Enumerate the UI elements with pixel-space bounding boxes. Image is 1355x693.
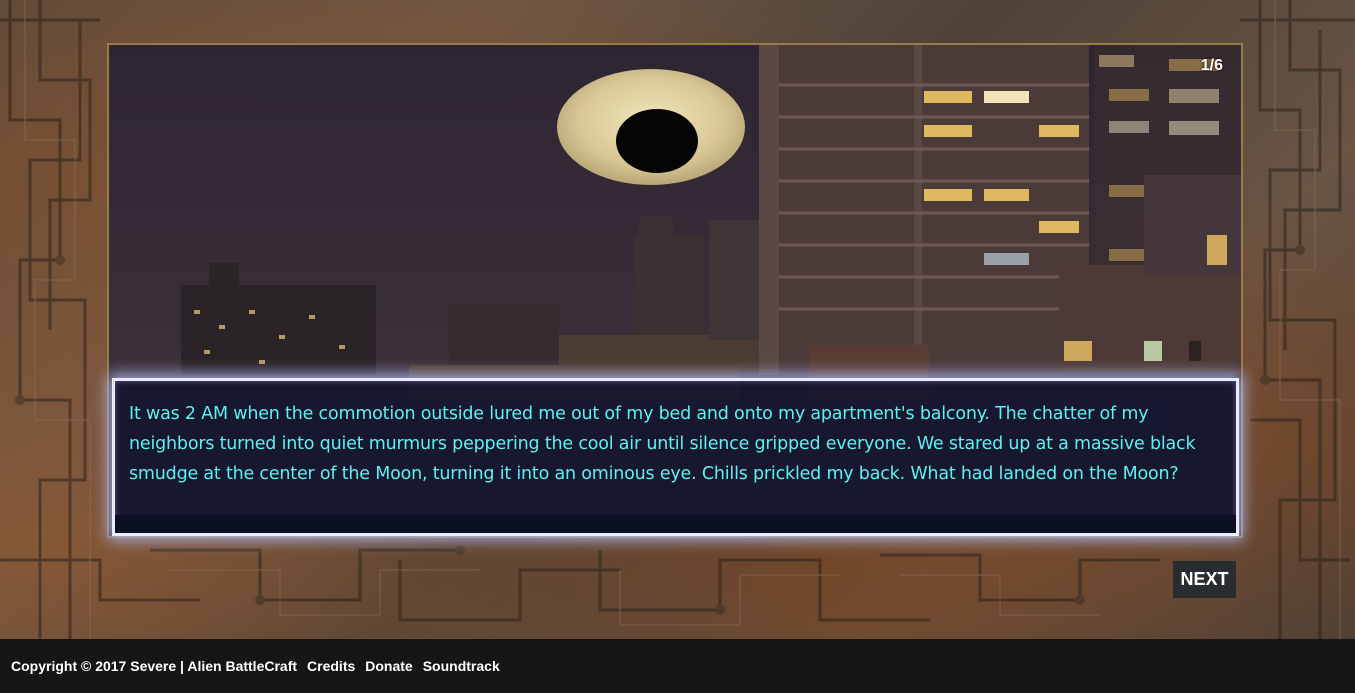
footer-link-donate[interactable]: Donate	[365, 658, 412, 674]
footer-link-soundtrack[interactable]: Soundtrack	[423, 658, 500, 674]
footer: Copyright © 2017 Severe | Alien BattleCr…	[0, 639, 1355, 693]
next-button[interactable]: NEXT	[1173, 561, 1236, 598]
story-text: It was 2 AM when the commotion outside l…	[129, 404, 1196, 484]
story-dialog-box: It was 2 AM when the commotion outside l…	[112, 378, 1239, 536]
dialog-bottom-bar	[115, 515, 1236, 533]
moon-eye-smudge	[616, 109, 698, 173]
game-stage: 1/6 It was 2 AM when the commotion outsi…	[0, 0, 1355, 639]
copyright-text: Copyright © 2017 Severe | Alien BattleCr…	[11, 658, 298, 674]
footer-link-credits[interactable]: Credits	[307, 658, 355, 674]
slide-counter: 1/6	[1200, 57, 1223, 74]
